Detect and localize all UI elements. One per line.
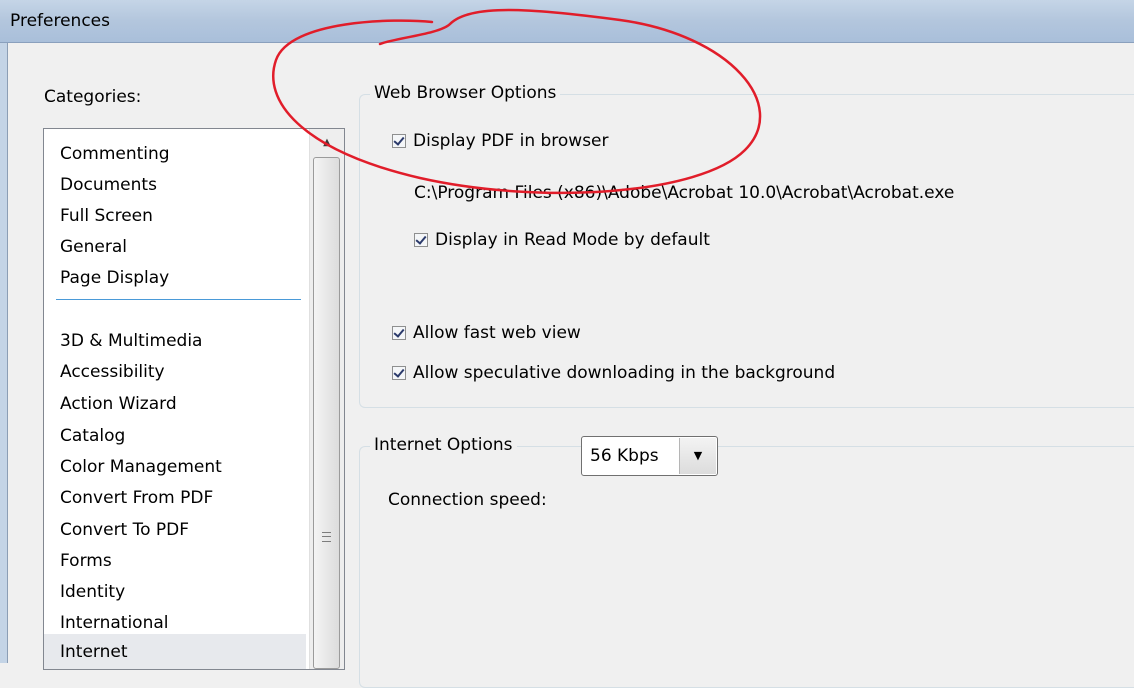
category-item-catalog[interactable]: Catalog <box>44 421 306 451</box>
window-title: Preferences <box>10 11 110 31</box>
acrobat-path-text: C:\Program Files (x86)\Adobe\Acrobat 10.… <box>414 183 955 203</box>
scrollbar-thumb[interactable] <box>313 157 340 669</box>
fast-web-view-row[interactable]: Allow fast web view <box>392 323 581 343</box>
category-item-general[interactable]: General <box>44 232 306 262</box>
chevron-down-icon[interactable]: ▼ <box>679 438 716 474</box>
category-item-action-wizard[interactable]: Action Wizard <box>44 389 306 419</box>
read-mode-checkbox[interactable] <box>414 233 428 247</box>
fast-web-view-checkbox[interactable] <box>392 326 406 340</box>
speculative-downloading-label: Allow speculative downloading in the bac… <box>413 363 836 383</box>
fast-web-view-label: Allow fast web view <box>413 323 581 343</box>
dialog-client-area: Categories: Commenting Documents Full Sc… <box>7 43 1134 688</box>
grip-icon <box>322 532 331 542</box>
categories-list[interactable]: Commenting Documents Full Screen General… <box>43 128 345 670</box>
category-item-full-screen[interactable]: Full Screen <box>44 201 306 231</box>
category-item-accessibility[interactable]: Accessibility <box>44 357 306 387</box>
internet-options-title: Internet Options <box>370 435 517 455</box>
category-item-page-display[interactable]: Page Display <box>44 263 306 293</box>
category-item-identity[interactable]: Identity <box>44 577 306 607</box>
connection-speed-select[interactable]: 56 Kbps ▼ <box>581 436 718 476</box>
categories-scrollbar[interactable]: ▲ <box>309 129 344 669</box>
speculative-downloading-checkbox[interactable] <box>392 366 406 380</box>
speculative-downloading-row[interactable]: Allow speculative downloading in the bac… <box>392 363 835 383</box>
category-item-documents[interactable]: Documents <box>44 170 306 200</box>
read-mode-label: Display in Read Mode by default <box>435 230 710 250</box>
scroll-up-icon[interactable]: ▲ <box>313 131 341 155</box>
title-bar[interactable]: Preferences <box>0 0 1134 43</box>
categories-label: Categories: <box>44 87 142 107</box>
category-separator <box>56 299 301 300</box>
internet-options-group <box>359 446 1134 688</box>
display-pdf-in-browser-checkbox[interactable] <box>392 134 406 148</box>
category-item-commenting[interactable]: Commenting <box>44 139 306 169</box>
category-item-color-management[interactable]: Color Management <box>44 452 306 482</box>
window-frame: Categories: Commenting Documents Full Sc… <box>0 43 1134 688</box>
display-pdf-in-browser-label: Display PDF in browser <box>413 131 609 151</box>
category-item-convert-to-pdf[interactable]: Convert To PDF <box>44 515 306 545</box>
connection-speed-label: Connection speed: <box>388 490 547 510</box>
category-item-internet[interactable]: Internet <box>44 634 306 669</box>
web-browser-options-title: Web Browser Options <box>370 83 561 103</box>
display-pdf-in-browser-row[interactable]: Display PDF in browser <box>392 131 609 151</box>
category-item-forms[interactable]: Forms <box>44 546 306 576</box>
connection-speed-value: 56 Kbps <box>590 446 659 466</box>
read-mode-row[interactable]: Display in Read Mode by default <box>414 230 710 250</box>
category-item-3d-multimedia[interactable]: 3D & Multimedia <box>44 326 306 356</box>
category-item-convert-from-pdf[interactable]: Convert From PDF <box>44 483 306 513</box>
